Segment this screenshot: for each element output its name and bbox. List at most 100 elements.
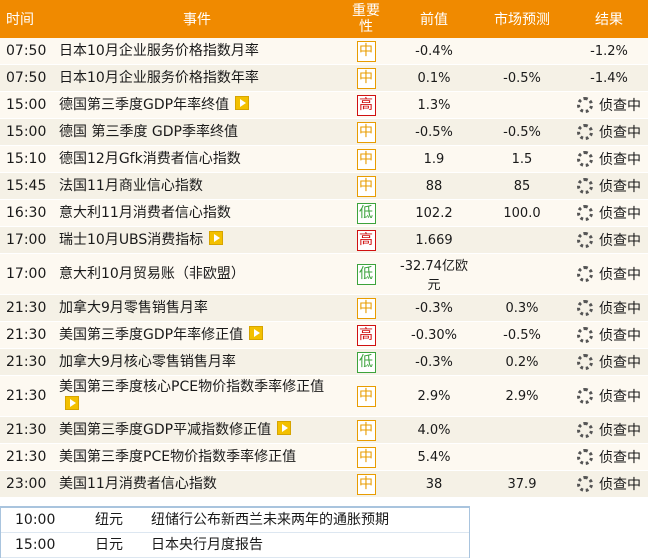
loading-spinner-icon [577, 449, 593, 465]
row-result: 侦查中 [570, 294, 648, 322]
importance-badge: 中 [356, 67, 376, 89]
row-event: 意大利10月贸易账（非欧盟） [56, 253, 338, 295]
row-forecast [474, 443, 570, 471]
table-row: 15:00 德国第三季度GDP年率终值 高 1.3% 侦查中 [0, 91, 648, 119]
note-text: 日本央行月度报告 [151, 537, 263, 553]
row-importance: 中 [338, 172, 394, 200]
importance-badge: 中 [356, 175, 376, 197]
row-result: 侦查中 [570, 118, 648, 146]
loading-spinner-icon [577, 178, 593, 194]
loading-spinner-icon [577, 422, 593, 438]
video-play-icon[interactable] [277, 421, 292, 435]
pending-label: 侦查中 [599, 179, 641, 195]
row-forecast: 0.3% [474, 294, 570, 322]
row-forecast [474, 226, 570, 254]
header-previous: 前值 [394, 0, 474, 38]
video-play-icon[interactable] [235, 96, 250, 110]
row-forecast: -0.5% [474, 64, 570, 92]
importance-badge: 低 [356, 263, 376, 285]
row-forecast [474, 416, 570, 444]
table-row: 15:00 德国 第三季度 GDP季率终值 中 -0.5% -0.5% 侦查中 [0, 118, 648, 146]
loading-spinner-icon [577, 232, 593, 248]
loading-spinner-icon [577, 124, 593, 140]
row-forecast [474, 38, 570, 65]
video-play-icon[interactable] [65, 395, 79, 410]
row-event: 美国第三季度核心PCE物价指数季率修正值 [56, 375, 338, 417]
row-importance: 中 [338, 64, 394, 92]
row-result: -1.4% [570, 64, 648, 92]
row-importance: 高 [338, 321, 394, 349]
pending-label: 侦查中 [599, 233, 641, 249]
header-time: 时间 [0, 0, 56, 38]
row-event: 美国第三季度GDP年率修正值 [56, 321, 338, 349]
note-time: 10:00 [15, 512, 56, 528]
row-time: 17:00 [0, 226, 56, 254]
event-name: 意大利10月贸易账（非欧盟） [59, 265, 245, 282]
row-event: 德国第三季度GDP年率终值 [56, 91, 338, 119]
importance-badge: 中 [356, 473, 376, 495]
event-name: 德国第三季度GDP年率终值 [59, 97, 230, 113]
header-event: 事件 [56, 0, 338, 38]
pending-label: 侦查中 [599, 206, 641, 222]
row-importance: 高 [338, 91, 394, 119]
video-play-icon[interactable] [209, 231, 224, 245]
row-previous: 1.3% [394, 91, 474, 119]
importance-badge: 高 [356, 324, 376, 346]
note-currency: 日元 [95, 537, 123, 553]
row-importance: 中 [338, 38, 394, 65]
pending-label: 侦查中 [599, 355, 641, 371]
row-previous: -0.3% [394, 294, 474, 322]
row-previous: -32.74亿欧元 [394, 253, 474, 295]
row-previous: 2.9% [394, 375, 474, 417]
row-result: 侦查中 [570, 416, 648, 444]
row-forecast: -0.5% [474, 118, 570, 146]
row-importance: 中 [338, 145, 394, 173]
table-row: 21:30 美国第三季度核心PCE物价指数季率修正值 中 2.9% 2.9% 侦… [0, 375, 648, 417]
table-row: 21:30 加拿大9月零售销售月率 中 -0.3% 0.3% 侦查中 [0, 294, 648, 322]
event-name: 美国第三季度核心PCE物价指数季率修正值 [59, 378, 325, 395]
result-value: -1.2% [590, 43, 628, 59]
row-importance: 低 [338, 253, 394, 295]
table-row: 17:00 意大利10月贸易账（非欧盟） 低 -32.74亿欧元 侦查中 [0, 253, 648, 295]
row-previous: 0.1% [394, 64, 474, 92]
row-result: 侦查中 [570, 253, 648, 295]
pending-label: 侦查中 [599, 389, 641, 405]
importance-badge: 中 [356, 385, 376, 407]
row-time: 21:30 [0, 294, 56, 322]
pending-label: 侦查中 [599, 125, 641, 141]
row-importance: 高 [338, 226, 394, 254]
notes-panel: 10:00 纽元 纽储行公布新西兰未来两年的通胀预期 15:00 日元 日本央行… [0, 506, 470, 558]
event-name: 加拿大9月核心零售销售月率 [59, 353, 236, 370]
row-forecast: 1.5 [474, 145, 570, 173]
row-previous: 88 [394, 172, 474, 200]
event-name: 美国第三季度GDP年率修正值 [59, 327, 244, 343]
pending-label: 侦查中 [599, 152, 641, 168]
row-time: 16:30 [0, 199, 56, 227]
header-result: 结果 [570, 0, 648, 38]
pending-label: 侦查中 [599, 98, 641, 114]
importance-badge: 中 [356, 121, 376, 143]
row-previous: -0.3% [394, 348, 474, 376]
event-name: 美国第三季度GDP平减指数修正值 [59, 422, 272, 438]
economic-calendar: 时间 事件 重要性 前值 市场预测 结果 07:50 日本10月企业服务价格指数… [0, 0, 648, 558]
loading-spinner-icon [577, 300, 593, 316]
event-name: 德国 第三季度 GDP季率终值 [59, 123, 238, 140]
note-row: 10:00 纽元 纽储行公布新西兰未来两年的通胀预期 [1, 508, 469, 533]
pending-label: 侦查中 [599, 301, 641, 317]
row-previous: 38 [394, 470, 474, 498]
row-time: 15:00 [0, 118, 56, 146]
header-importance: 重要性 [338, 0, 394, 38]
loading-spinner-icon [577, 327, 593, 343]
video-play-icon[interactable] [249, 326, 264, 340]
event-name: 美国第三季度PCE物价指数季率修正值 [59, 448, 297, 465]
row-forecast [474, 253, 570, 295]
row-result: 侦查中 [570, 226, 648, 254]
event-name: 意大利11月消费者信心指数 [59, 204, 231, 221]
importance-badge: 中 [356, 297, 376, 319]
calendar-table: 时间 事件 重要性 前值 市场预测 结果 07:50 日本10月企业服务价格指数… [0, 0, 648, 498]
row-event: 美国第三季度GDP平减指数修正值 [56, 416, 338, 444]
row-importance: 中 [338, 118, 394, 146]
pending-label: 侦查中 [599, 477, 641, 493]
header-forecast: 市场预测 [474, 0, 570, 38]
row-event: 美国11月消费者信心指数 [56, 470, 338, 498]
